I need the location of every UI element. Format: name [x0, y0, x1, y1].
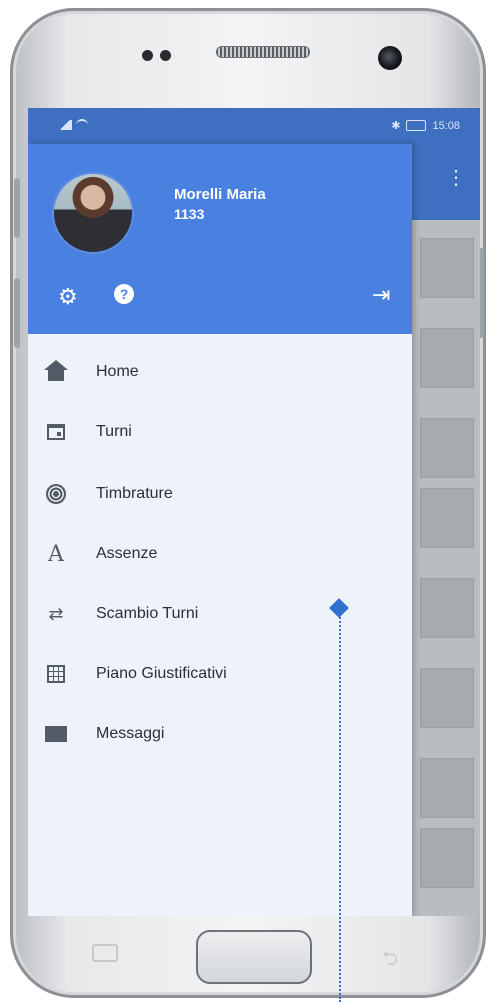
sensor-dot [142, 50, 153, 61]
user-code: 1133 [174, 206, 205, 222]
gear-icon[interactable]: ⚙ [58, 284, 78, 310]
menu-item-label: Piano Giustificativi [96, 665, 227, 682]
background-card [420, 418, 474, 478]
volume-up-button [14, 178, 20, 238]
grid-icon [44, 662, 68, 686]
recent-apps-button[interactable] [92, 944, 118, 962]
back-button[interactable]: ⮌ [382, 944, 398, 978]
earpiece-speaker [216, 46, 310, 58]
background-card [420, 328, 474, 388]
swap-icon: ⇄ [48, 603, 64, 624]
status-bar: ✱ 15:08 [28, 108, 480, 144]
menu-item-label: Home [96, 363, 139, 380]
menu-item-piano-giustificativi[interactable]: Piano Giustificativi [28, 650, 412, 698]
menu-item-label: Assenze [96, 545, 158, 562]
mail-icon [44, 722, 68, 746]
menu-item-home[interactable]: Home [28, 348, 412, 396]
menu-item-timbrature[interactable]: Timbrature [28, 470, 412, 518]
annotation-line [339, 614, 341, 1002]
home-icon [44, 360, 68, 384]
menu-item-scambio-turni[interactable]: ⇄ Scambio Turni [28, 590, 412, 638]
status-left [58, 119, 88, 131]
drawer-header: Morelli Maria 1133 ⚙ ? ⇥ [28, 144, 412, 334]
phone-screen: ✱ 15:08 ⋮ Morelli Maria 1133 ⚙ ? ⇥ Home [28, 108, 480, 916]
background-card [420, 668, 474, 728]
background-card [420, 758, 474, 818]
status-time: 15:08 [432, 119, 460, 132]
menu-item-label: Turni [96, 423, 132, 440]
fingerprint-icon [44, 482, 68, 506]
menu-item-turni[interactable]: Turni [28, 408, 412, 456]
wifi-icon [76, 119, 88, 131]
overflow-menu-icon: ⋮ [446, 167, 466, 189]
background-card [420, 828, 474, 888]
home-button[interactable] [196, 930, 312, 984]
menu-item-label: Scambio Turni [96, 605, 199, 622]
sensor-dot [160, 50, 171, 61]
background-card [420, 578, 474, 638]
front-camera [378, 46, 402, 70]
navigation-drawer: Morelli Maria 1133 ⚙ ? ⇥ Home Turni Timb… [28, 144, 412, 916]
avatar[interactable] [52, 172, 134, 254]
logout-icon[interactable]: ⇥ [372, 282, 390, 308]
status-right: ✱ 15:08 [391, 119, 460, 133]
background-card [420, 238, 474, 298]
background-card [420, 488, 474, 548]
bluetooth-icon: ✱ [391, 120, 401, 132]
signal-icon [58, 120, 72, 130]
menu-item-label: Messaggi [96, 725, 165, 742]
menu-item-messaggi[interactable]: Messaggi [28, 710, 412, 758]
battery-icon [406, 120, 427, 131]
help-icon[interactable]: ? [114, 284, 134, 304]
menu-item-label: Timbrature [96, 485, 173, 502]
calendar-icon [44, 420, 68, 444]
user-name: Morelli Maria [174, 186, 266, 203]
letter-a-icon: A [48, 541, 64, 567]
volume-down-button [14, 278, 20, 348]
menu-item-assenze[interactable]: A Assenze [28, 530, 412, 578]
